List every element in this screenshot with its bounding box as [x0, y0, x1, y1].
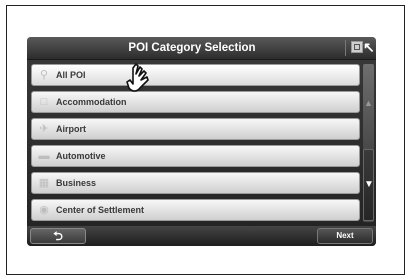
hotel-icon: □ [40, 96, 48, 108]
map-icon[interactable] [351, 41, 363, 53]
list-item-label: All POI [56, 70, 86, 80]
car-icon: ▬ [38, 150, 50, 162]
page-title: POI Category Selection [128, 42, 256, 54]
scroll-up-button[interactable]: ▲ [363, 64, 374, 143]
search-icon: ⚲ [39, 69, 49, 81]
list-item-airport[interactable]: ✈ Airport [31, 118, 360, 140]
device-screen: POI Category Selection ↖ ⚲ All POI □ Acc… [27, 37, 376, 246]
title-bar: POI Category Selection ↖ [27, 37, 376, 60]
header-divider [345, 40, 346, 56]
airplane-icon: ✈ [39, 123, 49, 135]
footer-bar: ⮌ Next [27, 226, 376, 246]
list-item-automotive[interactable]: ▬ Automotive [31, 145, 360, 167]
list-item-label: Accommodation [56, 97, 127, 107]
list-item-label: Automotive [56, 151, 106, 161]
list-item-label: Center of Settlement [56, 205, 145, 215]
list-item-center-of-settlement[interactable]: ◉ Center of Settlement [31, 199, 360, 221]
hand-pointer-icon [126, 63, 149, 92]
list-item-all-poi[interactable]: ⚲ All POI [31, 64, 360, 86]
back-arrow-icon[interactable]: ↖ [363, 39, 376, 55]
scroll-down-button[interactable]: ▼ [363, 149, 374, 221]
back-button[interactable]: ⮌ [30, 228, 86, 244]
building-icon: ▦ [38, 177, 50, 189]
settlement-icon: ◉ [39, 204, 49, 216]
list-item-accommodation[interactable]: □ Accommodation [31, 91, 360, 113]
list-item-label: Airport [56, 124, 86, 134]
list-item-label: Business [56, 178, 97, 188]
next-button[interactable]: Next [317, 228, 373, 244]
poi-category-list: ⚲ All POI □ Accommodation ✈ Airport ▬ Au… [31, 64, 360, 226]
list-item-business[interactable]: ▦ Business [31, 172, 360, 194]
